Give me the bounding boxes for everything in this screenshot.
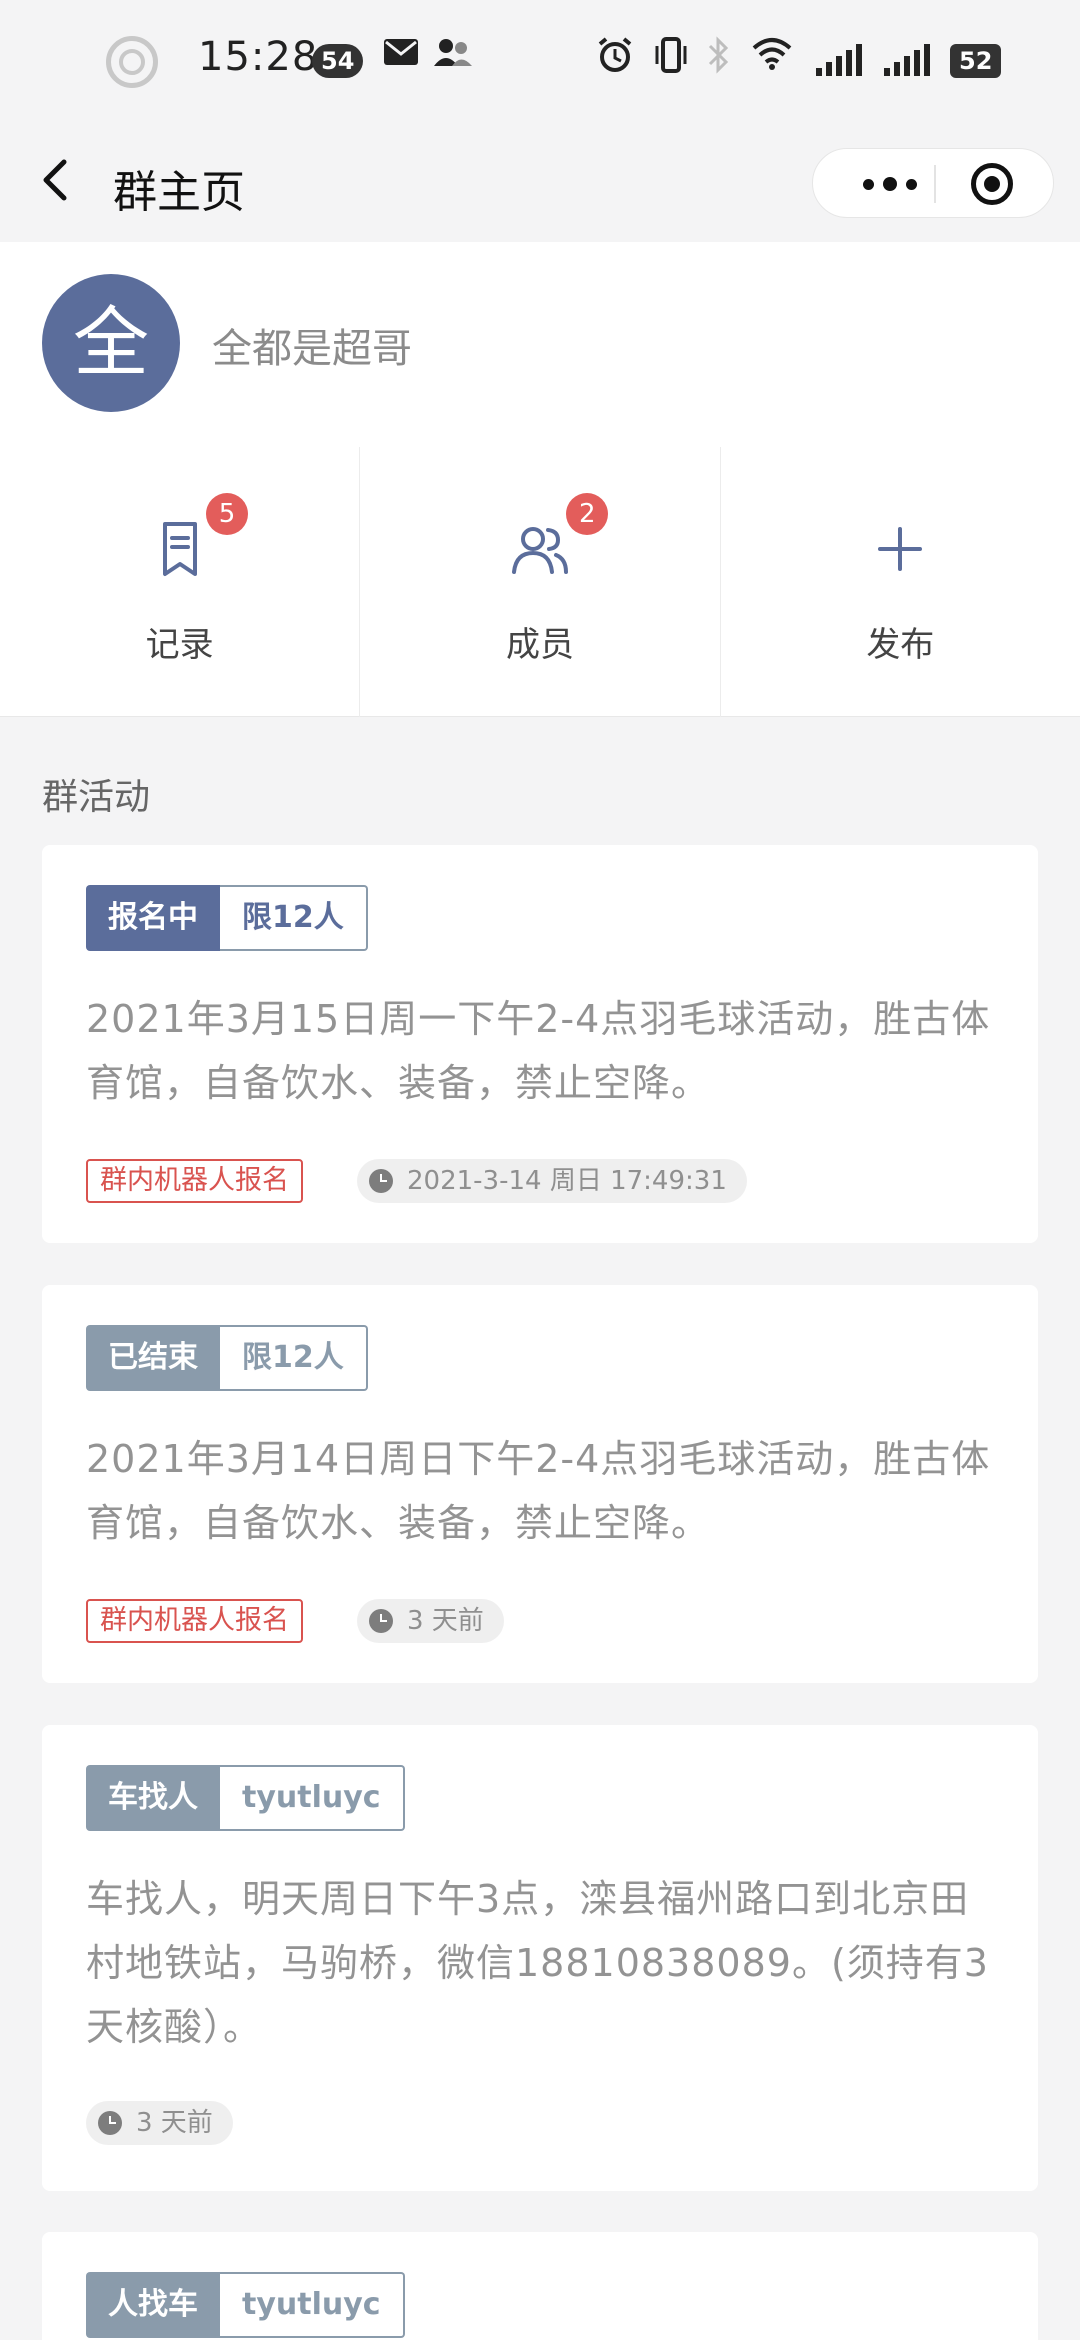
mail-icon xyxy=(382,36,420,76)
record-icon xyxy=(106,36,158,88)
activity-description: 2021年3月14日周日下午2-4点羽毛球活动，胜古体育馆，自备饮水、装备，禁止… xyxy=(86,1437,991,1545)
action-members-label: 成员 xyxy=(505,625,574,665)
page-title: 群主页 xyxy=(113,167,245,218)
activity-card[interactable]: 车找人 tyutluyc 车找人，明天周日下午3点，滦县福州路口到北京田村地铁站… xyxy=(42,1725,1038,2191)
plus-icon xyxy=(868,517,932,581)
clock-icon xyxy=(369,1609,393,1633)
alarm-icon xyxy=(596,36,634,83)
status-badge: 人找车 xyxy=(86,2272,220,2338)
group-header: 全 全都是超哥 5 记录 2 成员 发布 xyxy=(0,242,1080,717)
status-badge: 车找人 xyxy=(86,1765,220,1831)
group-name: 全都是超哥 xyxy=(212,326,412,372)
signal-icon xyxy=(816,44,862,76)
group-avatar[interactable]: 全 xyxy=(42,274,180,412)
mini-program-capsule xyxy=(812,148,1054,218)
section-title: 群活动 xyxy=(42,777,151,818)
record-book-icon xyxy=(148,517,212,581)
activity-time: 3 天前 xyxy=(407,1606,484,1636)
group-actions: 5 记录 2 成员 发布 xyxy=(0,447,1080,717)
action-publish[interactable]: 发布 xyxy=(721,447,1080,717)
action-records[interactable]: 5 记录 xyxy=(0,447,361,717)
activity-time: 2021-3-14 周日 17:49:31 xyxy=(407,1166,727,1196)
members-icon xyxy=(508,517,572,581)
time-chip: 3 天前 xyxy=(357,1599,504,1643)
more-dots-icon[interactable] xyxy=(845,149,935,219)
bluetooth-icon xyxy=(706,36,732,83)
limit-badge: 限12人 xyxy=(220,1325,368,1391)
vibrate-icon xyxy=(652,36,690,83)
author-badge: tyutluyc xyxy=(220,2272,405,2338)
wifi-icon xyxy=(752,36,792,79)
battery-indicator: 52 xyxy=(950,44,1002,78)
navigation-bar: 群主页 xyxy=(0,120,1080,242)
clock-icon xyxy=(98,2111,122,2135)
status-bar: 15:28 54 52 xyxy=(0,0,1080,120)
author-badge: tyutluyc xyxy=(220,1765,405,1831)
signal-2-icon xyxy=(884,44,930,76)
action-publish-label: 发布 xyxy=(866,625,935,665)
chevron-left-icon[interactable] xyxy=(38,158,72,202)
records-badge: 5 xyxy=(206,493,248,535)
status-time: 15:28 xyxy=(198,34,319,80)
action-members[interactable]: 2 成员 xyxy=(360,447,721,717)
limit-badge: 限12人 xyxy=(220,885,368,951)
activity-description: 车找人，明天周日下午3点，滦县福州路口到北京田村地铁站，马驹桥，微信188108… xyxy=(86,1877,989,2049)
signup-source-chip: 群内机器人报名 xyxy=(86,1159,303,1203)
activity-tags: 已结束 限12人 xyxy=(86,1325,368,1391)
status-badge: 已结束 xyxy=(86,1325,220,1391)
activity-time: 3 天前 xyxy=(136,2108,213,2138)
clock-icon xyxy=(369,1169,393,1193)
notification-count-badge: 54 xyxy=(312,44,364,78)
signup-source-chip: 群内机器人报名 xyxy=(86,1599,303,1643)
contacts-icon xyxy=(432,36,474,77)
activity-tags: 人找车 tyutluyc xyxy=(86,2272,405,2338)
capsule-divider xyxy=(934,165,936,203)
activity-card[interactable]: 报名中 限12人 2021年3月15日周一下午2-4点羽毛球活动，胜古体育馆，自… xyxy=(42,845,1038,1243)
members-badge: 2 xyxy=(566,493,609,535)
time-chip: 3 天前 xyxy=(86,2101,233,2145)
target-icon[interactable] xyxy=(971,163,1013,205)
activity-meta: 群内机器人报名 3 天前 xyxy=(86,1598,504,1644)
activity-description: 2021年3月15日周一下午2-4点羽毛球活动，胜古体育馆，自备饮水、装备，禁止… xyxy=(86,997,991,1105)
activity-card[interactable]: 已结束 限12人 2021年3月14日周日下午2-4点羽毛球活动，胜古体育馆，自… xyxy=(42,1285,1038,1683)
action-records-label: 记录 xyxy=(145,625,214,665)
activity-meta: 3 天前 xyxy=(86,2100,233,2146)
activity-card[interactable]: 人找车 tyutluyc xyxy=(42,2232,1038,2340)
status-badge: 报名中 xyxy=(86,885,220,951)
activity-tags: 报名中 限12人 xyxy=(86,885,368,951)
activity-tags: 车找人 tyutluyc xyxy=(86,1765,405,1831)
activity-meta: 群内机器人报名 2021-3-14 周日 17:49:31 xyxy=(86,1158,747,1204)
time-chip: 2021-3-14 周日 17:49:31 xyxy=(357,1159,747,1203)
